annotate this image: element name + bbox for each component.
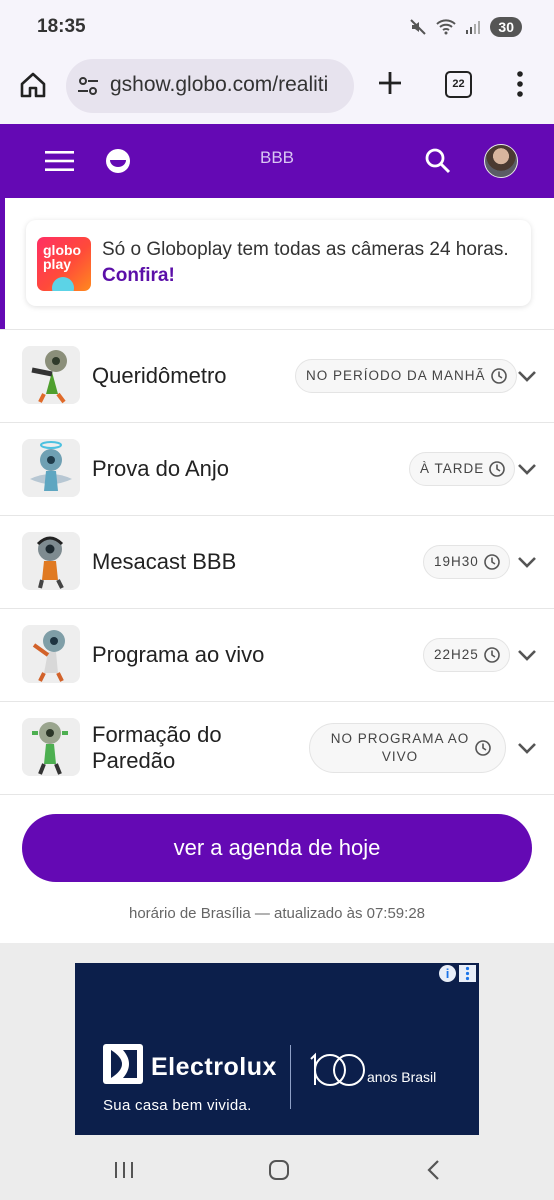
user-avatar[interactable] xyxy=(484,144,518,178)
schedule-item-name: Queridômetro xyxy=(92,363,227,388)
wifi-icon xyxy=(436,19,457,35)
globoplay-logo-text: globo play xyxy=(43,242,82,272)
main-content: globo play Só o Globoplay tem todas as câ… xyxy=(0,198,554,943)
schedule-list: Queridômetro NO PERÍODO DA MANHÃ Prova d… xyxy=(0,329,554,795)
new-tab-icon[interactable] xyxy=(376,69,404,97)
recent-apps-icon[interactable] xyxy=(113,1160,135,1180)
schedule-row[interactable]: Queridômetro NO PERÍODO DA MANHÃ xyxy=(0,329,554,422)
schedule-item-name: Mesacast BBB xyxy=(92,549,237,574)
search-icon[interactable] xyxy=(424,147,452,175)
schedule-time-badge: NO PERÍODO DA MANHÃ xyxy=(295,359,517,393)
live-show-mascot-icon xyxy=(22,625,80,683)
ad-brand-name: Electrolux xyxy=(151,1053,277,1081)
status-time: 18:35 xyxy=(37,16,86,37)
schedule-item-name: Prova do Anjo xyxy=(92,456,229,481)
ad-info-icon[interactable]: i xyxy=(439,965,456,982)
ad-slogan: Sua casa bem vivida. xyxy=(103,1097,252,1114)
advertisement-banner[interactable]: i Electrolux Sua casa bem vivida. anos B… xyxy=(75,963,479,1135)
overflow-menu-icon[interactable] xyxy=(512,69,528,99)
signal-icon xyxy=(466,21,481,34)
chevron-down-icon[interactable] xyxy=(516,369,538,383)
ad-options-icon[interactable] xyxy=(459,965,476,982)
tab-switcher-button[interactable]: 22 xyxy=(445,71,472,98)
schedule-time-badge: 19H30 xyxy=(423,545,510,579)
clock-icon xyxy=(483,647,500,663)
home-nav-icon[interactable] xyxy=(268,1159,290,1181)
ad-divider xyxy=(290,1045,291,1109)
url-text[interactable]: gshow.globo.com/realiti xyxy=(110,73,346,97)
battery-indicator: 30 xyxy=(490,17,522,37)
schedule-time-badge: NO PROGRAMA AO VIVO xyxy=(309,723,506,773)
clock-icon xyxy=(490,368,507,384)
schedule-time-badge: 22H25 xyxy=(423,638,510,672)
schedule-row[interactable]: Mesacast BBB 19H30 xyxy=(0,515,554,608)
angel-mascot-icon xyxy=(22,439,80,497)
schedule-item-name: Formação do Paredão xyxy=(92,722,222,773)
status-icons: 30 xyxy=(409,17,522,37)
clock-icon xyxy=(489,461,506,477)
page-title: BBB xyxy=(259,148,295,167)
home-icon[interactable] xyxy=(18,70,48,100)
chevron-down-icon[interactable] xyxy=(516,741,538,755)
schedule-row[interactable]: Prova do Anjo À TARDE xyxy=(0,422,554,515)
schedule-row[interactable]: Programa ao vivo 22H25 xyxy=(0,608,554,701)
electrolux-logo-icon xyxy=(103,1044,143,1084)
voting-mascot-icon xyxy=(22,718,80,776)
chevron-down-icon[interactable] xyxy=(516,555,538,569)
site-settings-icon[interactable] xyxy=(76,74,100,98)
system-navigation-bar xyxy=(0,1140,554,1200)
chevron-down-icon[interactable] xyxy=(516,648,538,662)
address-bar[interactable]: gshow.globo.com/realiti xyxy=(66,59,354,113)
browser-toolbar: gshow.globo.com/realiti 22 xyxy=(0,56,554,124)
globoplay-promo-card[interactable]: globo play Só o Globoplay tem todas as câ… xyxy=(26,220,531,306)
site-header: BBB xyxy=(0,124,554,198)
chevron-down-icon[interactable] xyxy=(516,462,538,476)
globoplay-logo: globo play xyxy=(37,237,91,291)
promo-link[interactable]: Confira! xyxy=(102,265,175,287)
schedule-item-name: Programa ao vivo xyxy=(92,642,265,667)
promo-accent-bar xyxy=(0,198,5,329)
schedule-row[interactable]: Formação do Paredão NO PROGRAMA AO VIVO xyxy=(0,701,554,795)
big-brother-eye-mascot-icon xyxy=(22,346,80,404)
back-icon[interactable] xyxy=(426,1159,440,1181)
100-years-emblem-icon xyxy=(310,1052,365,1086)
globoplay-logo-ball xyxy=(52,277,74,291)
schedule-time-badge: À TARDE xyxy=(409,452,516,486)
clock-icon xyxy=(483,554,500,570)
status-bar: 18:35 30 xyxy=(0,0,554,56)
clock-icon xyxy=(475,740,491,756)
updated-timestamp-note: horário de Brasília — atualizado às 07:5… xyxy=(128,905,425,922)
ad-anniversary-text: anos Brasil xyxy=(367,1069,437,1085)
promo-text: Só o Globoplay tem todas as câmeras 24 h… xyxy=(102,239,509,260)
see-today-agenda-button[interactable]: ver a agenda de hoje xyxy=(22,814,532,882)
podcast-mascot-icon xyxy=(22,532,80,590)
mute-icon xyxy=(410,19,427,35)
